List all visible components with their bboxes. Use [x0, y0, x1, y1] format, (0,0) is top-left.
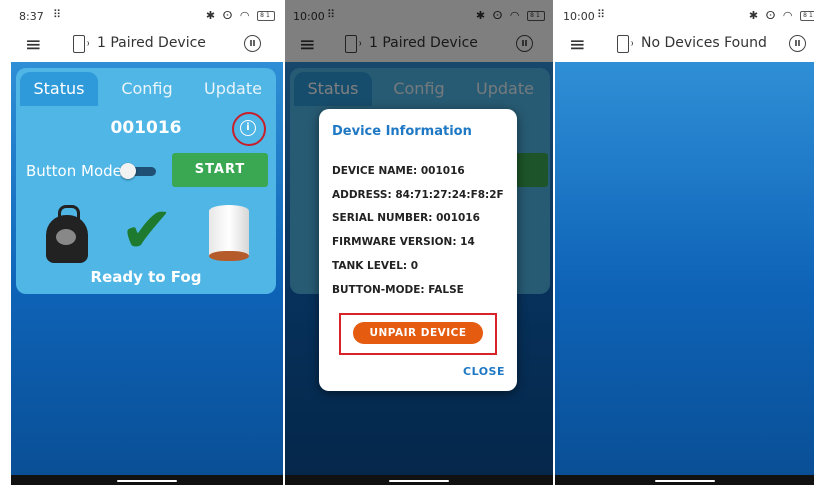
- screen-device-info: 10:00 ⠿ ✱ ⵙ ◠ 81 ≡ 1 Paired Device II St…: [285, 0, 553, 485]
- menu-icon[interactable]: ≡: [25, 32, 42, 56]
- address-row: ADDRESS: 84:71:27:24:F8:2F: [332, 189, 504, 201]
- vibrate-icon: ⵙ: [222, 9, 235, 22]
- screen-no-devices: 10:00 ⠿ ✱ ⵙ ◠ 81 ≡ No Devices Found II: [555, 0, 814, 485]
- status-icons: ✱ ⵙ ◠ 81: [749, 9, 814, 22]
- ready-status-text: Ready to Fog: [90, 268, 202, 286]
- nav-bar: [555, 475, 814, 485]
- app-bar: ≡ 1 Paired Device II: [11, 28, 283, 62]
- nav-bar: [11, 475, 283, 485]
- button-mode-label: Button Mode: [26, 162, 122, 180]
- device-info-dialog: Device Information DEVICE NAME: 001016 A…: [319, 109, 517, 391]
- vibrate-icon: ⵙ: [765, 9, 778, 22]
- start-button[interactable]: START: [172, 153, 268, 187]
- tab-bar: Status Config Update: [20, 72, 272, 106]
- button-mode-row: BUTTON-MODE: FALSE: [332, 284, 464, 296]
- grid-icon: ⠿: [53, 8, 61, 21]
- pause-icon[interactable]: II: [244, 35, 261, 52]
- grid-icon: ⠿: [597, 8, 605, 21]
- status-time: 10:00: [563, 10, 595, 23]
- app-bar: ≡ No Devices Found II: [555, 28, 814, 62]
- wifi-icon: ◠: [239, 9, 252, 22]
- bluetooth-icon: ✱: [205, 9, 218, 22]
- pause-icon[interactable]: II: [789, 35, 806, 52]
- close-button[interactable]: CLOSE: [463, 365, 505, 378]
- info-icon: i: [240, 120, 256, 136]
- unpair-highlight: UNPAIR DEVICE: [339, 313, 497, 355]
- unpair-device-button[interactable]: UNPAIR DEVICE: [353, 322, 483, 344]
- check-icon: ✔: [120, 194, 174, 268]
- serial-number-row: SERIAL NUMBER: 001016: [332, 212, 480, 224]
- no-devices-title[interactable]: No Devices Found: [641, 35, 767, 51]
- toggle-knob: [120, 163, 136, 179]
- screen-status: 8:37 ⠿ ✱ ⵙ ◠ 81 ≡ 1 Paired Device II Sta…: [11, 0, 283, 485]
- device-card: Status Config Update 001016 i Button Mod…: [16, 68, 276, 294]
- tab-config[interactable]: Config: [108, 72, 186, 106]
- tank-level-row: TANK LEVEL: 0: [332, 260, 419, 272]
- status-time: 8:37: [19, 10, 44, 23]
- tank-icon: [209, 205, 249, 261]
- device-name-row: DEVICE NAME: 001016: [332, 165, 465, 177]
- button-mode-toggle[interactable]: [120, 163, 156, 179]
- tab-update[interactable]: Update: [194, 72, 272, 106]
- phone-icon: [617, 35, 633, 53]
- bluetooth-icon: ✱: [748, 9, 761, 22]
- phone-icon: [73, 35, 89, 53]
- battery-icon: 81: [800, 11, 814, 21]
- info-button[interactable]: i: [232, 112, 266, 146]
- menu-icon[interactable]: ≡: [569, 32, 586, 56]
- dialog-title: Device Information: [332, 124, 472, 139]
- firmware-version-row: FIRMWARE VERSION: 14: [332, 236, 475, 248]
- home-indicator[interactable]: [389, 480, 449, 482]
- home-indicator[interactable]: [117, 480, 177, 482]
- tab-status[interactable]: Status: [20, 72, 98, 106]
- app-background: [555, 62, 814, 475]
- nav-bar: [285, 475, 553, 485]
- fogger-device-icon: [44, 205, 90, 265]
- wifi-icon: ◠: [782, 9, 795, 22]
- battery-icon: 81: [257, 11, 275, 21]
- status-icons: ✱ ⵙ ◠ 81: [206, 9, 275, 22]
- paired-devices-title[interactable]: 1 Paired Device: [97, 35, 206, 51]
- home-indicator[interactable]: [654, 480, 715, 482]
